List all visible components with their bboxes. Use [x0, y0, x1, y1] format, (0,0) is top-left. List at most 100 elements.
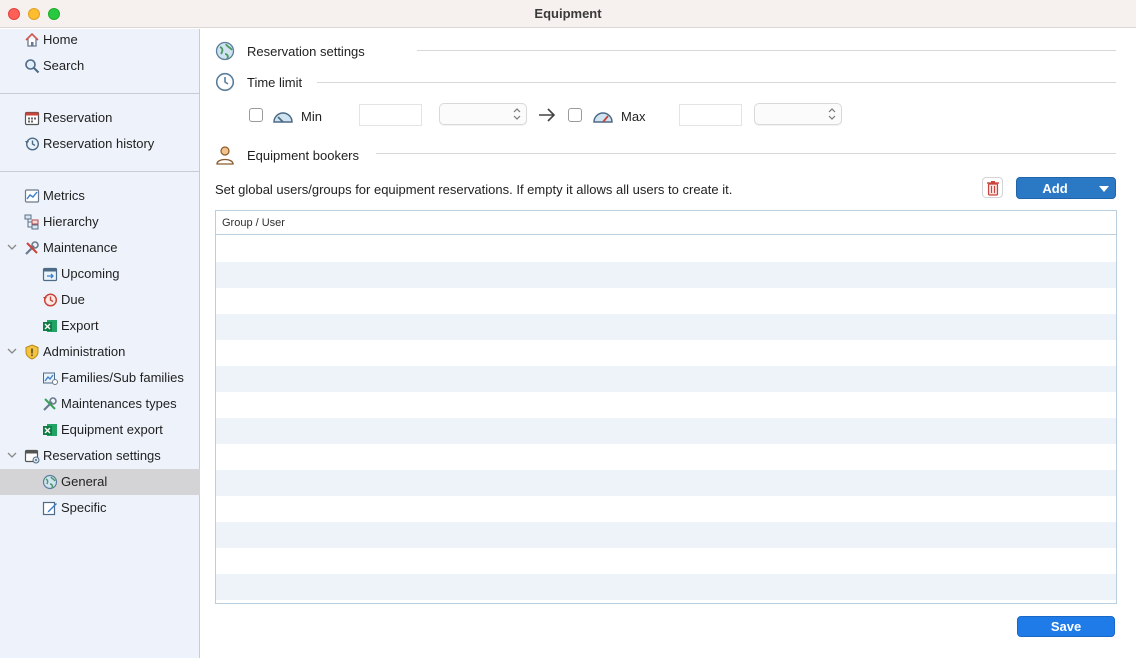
search-icon	[24, 58, 40, 74]
trash-icon	[986, 180, 1000, 196]
table-row	[216, 522, 1116, 548]
min-unit-select[interactable]	[439, 103, 527, 125]
sidebar-item-general[interactable]: General	[0, 469, 200, 495]
chart-icon	[24, 188, 40, 204]
sidebar-item-label: Export	[61, 318, 99, 333]
table-header: Group / User	[216, 211, 1116, 235]
upcoming-calendar-icon	[42, 266, 58, 282]
sidebar-item-hierarchy[interactable]: Hierarchy	[0, 209, 200, 235]
table-row	[216, 418, 1116, 444]
sidebar-item-label: Administration	[43, 344, 126, 359]
user-icon	[215, 145, 235, 165]
sidebar-item-metrics[interactable]: Metrics	[0, 183, 200, 209]
bookers-description: Set global users/groups for equipment re…	[215, 182, 733, 197]
sidebar-item-label: Search	[43, 58, 85, 73]
sidebar-item-label: Specific	[61, 500, 107, 515]
sidebar-item-families[interactable]: Families/Sub families	[0, 365, 200, 391]
sidebar-item-reservation[interactable]: Reservation	[0, 105, 200, 131]
section-divider	[317, 82, 1116, 83]
table-row	[216, 288, 1116, 314]
section-title: Equipment bookers	[247, 148, 360, 163]
history-icon	[24, 136, 40, 152]
sidebar-item-label: Reservation	[43, 110, 113, 125]
min-value-input[interactable]	[359, 104, 422, 126]
shield-icon	[24, 344, 40, 360]
add-button[interactable]: Add	[1016, 177, 1116, 199]
sidebar-item-label: Maintenances types	[61, 396, 177, 411]
section-title: Reservation settings	[247, 44, 365, 59]
calendar-settings-icon	[24, 448, 40, 464]
stepper-arrows-icon	[513, 107, 521, 121]
arrow-right-icon	[537, 106, 557, 124]
sidebar-divider	[0, 93, 200, 94]
hierarchy-icon	[24, 214, 40, 230]
table-row	[216, 444, 1116, 470]
sidebar-item-label: Metrics	[43, 188, 85, 203]
min-checkbox[interactable]	[249, 108, 263, 122]
sidebar: Home Search Reservation Reservation hist…	[0, 29, 200, 658]
bookers-table[interactable]: Group / User	[215, 210, 1117, 604]
column-header-group-user[interactable]: Group / User	[222, 217, 285, 229]
sidebar-item-export[interactable]: Export	[0, 313, 200, 339]
table-row	[216, 340, 1116, 366]
section-title: Time limit	[247, 75, 303, 90]
max-value-input[interactable]	[679, 104, 742, 126]
sidebar-item-label: Maintenance	[43, 240, 118, 255]
table-row	[216, 236, 1116, 262]
sidebar-item-search[interactable]: Search	[0, 53, 200, 79]
sidebar-item-reservation-history[interactable]: Reservation history	[0, 131, 200, 157]
globe-icon	[215, 41, 235, 61]
calendar-icon	[24, 110, 40, 126]
max-label: Max	[621, 109, 646, 124]
families-icon	[42, 370, 58, 386]
sidebar-item-due[interactable]: Due	[0, 287, 200, 313]
home-icon	[24, 32, 40, 48]
equipment-bookers-header: Equipment bookers	[215, 145, 385, 165]
table-row	[216, 366, 1116, 392]
excel-icon	[42, 318, 58, 334]
table-row	[216, 548, 1116, 574]
section-divider	[417, 50, 1116, 51]
save-button[interactable]: Save	[1017, 616, 1115, 637]
max-unit-select[interactable]	[754, 103, 842, 125]
clock-icon	[215, 72, 235, 92]
table-row	[216, 496, 1116, 522]
main-panel: Reservation settings Time limit Min Max	[201, 29, 1136, 658]
sidebar-item-equipment-export[interactable]: Equipment export	[0, 417, 200, 443]
sidebar-item-specific[interactable]: Specific	[0, 495, 200, 521]
speedometer-max-icon	[592, 107, 614, 125]
delete-button[interactable]	[982, 177, 1003, 198]
due-clock-icon	[42, 292, 58, 308]
sidebar-item-label: Reservation history	[43, 136, 155, 151]
chevron-down-icon[interactable]	[6, 241, 18, 253]
add-button-label: Add	[1042, 181, 1068, 196]
sidebar-item-label: Due	[61, 292, 85, 307]
sidebar-item-maintenance[interactable]: Maintenance	[0, 235, 200, 261]
table-row	[216, 392, 1116, 418]
dropdown-caret-icon[interactable]	[1099, 186, 1109, 192]
sidebar-item-label: Hierarchy	[43, 214, 99, 229]
sidebar-item-maintenances-types[interactable]: Maintenances types	[0, 391, 200, 417]
sidebar-divider	[0, 171, 200, 172]
section-divider	[376, 153, 1116, 154]
tools-icon	[42, 396, 58, 412]
sidebar-item-reservation-settings[interactable]: Reservation settings	[0, 443, 200, 469]
sidebar-item-label: Families/Sub families	[61, 370, 184, 385]
sidebar-item-administration[interactable]: Administration	[0, 339, 200, 365]
sidebar-item-upcoming[interactable]: Upcoming	[0, 261, 200, 287]
sidebar-item-label: Reservation settings	[43, 448, 161, 463]
table-row	[216, 262, 1116, 288]
chevron-down-icon[interactable]	[6, 449, 18, 461]
table-row	[216, 470, 1116, 496]
excel-icon	[42, 422, 58, 438]
tools-icon	[24, 240, 40, 256]
sidebar-item-label: General	[61, 474, 108, 489]
max-checkbox[interactable]	[568, 108, 582, 122]
globe-icon	[42, 474, 58, 490]
window-title: Equipment	[534, 6, 602, 21]
chevron-down-icon[interactable]	[6, 345, 18, 357]
sidebar-item-home[interactable]: Home	[0, 27, 200, 53]
sidebar-item-label: Upcoming	[61, 266, 120, 281]
speedometer-min-icon	[272, 107, 294, 125]
stepper-arrows-icon	[828, 107, 836, 121]
